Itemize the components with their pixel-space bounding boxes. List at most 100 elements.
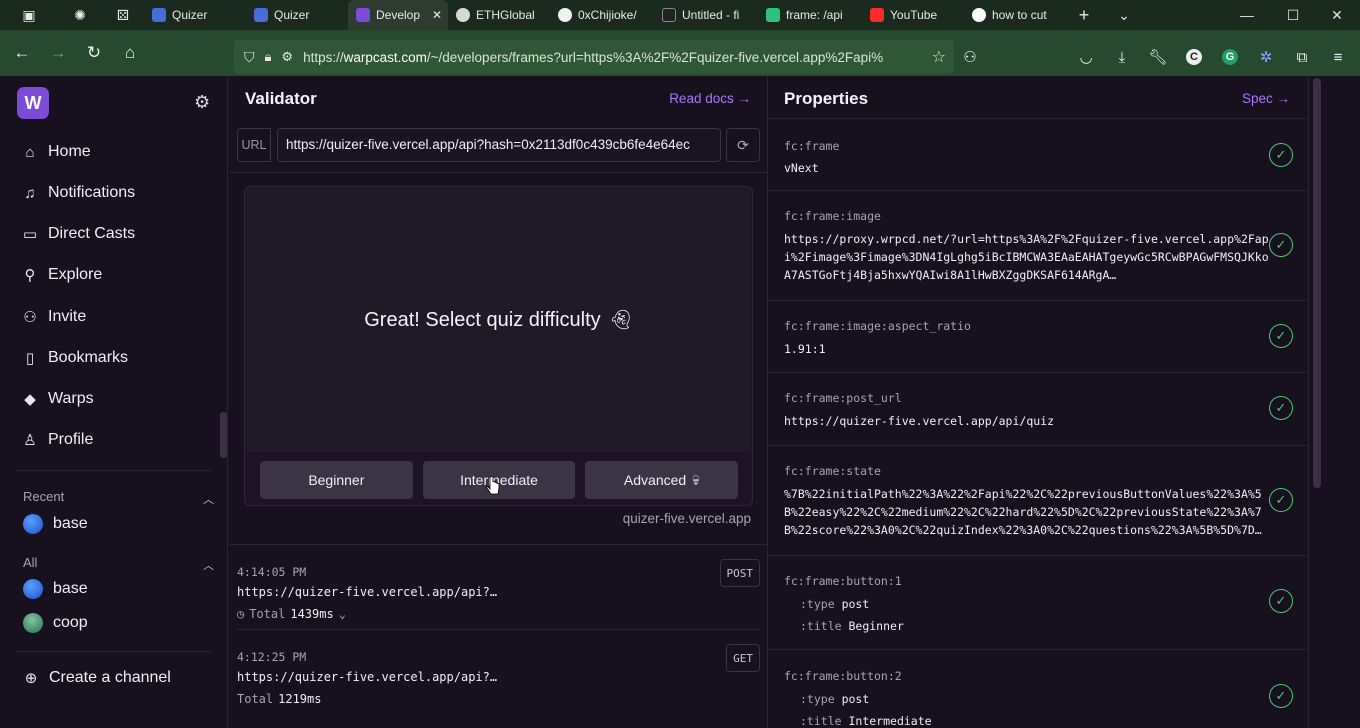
tab-list-chevron-icon[interactable]: ⌄ bbox=[1104, 0, 1144, 30]
address-bar[interactable]: ⛉ 🔒︎ ⚙︎ https://warpcast.com/~/developer… bbox=[234, 40, 954, 74]
property-value: :title Intermediate bbox=[800, 712, 1290, 728]
close-window-icon[interactable]: ✕ bbox=[1314, 0, 1360, 30]
settings-gear-icon[interactable]: ⚙ bbox=[194, 92, 210, 113]
channel-item-base-recent[interactable]: base bbox=[23, 513, 88, 535]
frame-favicon-icon bbox=[766, 8, 780, 22]
extension-gear-icon[interactable]: ✲ bbox=[1248, 40, 1284, 74]
sidebar-item-profile[interactable]: ♙ Profile bbox=[22, 426, 93, 454]
reload-icon[interactable]: ↻ bbox=[76, 35, 112, 71]
button-type-value: post bbox=[841, 597, 870, 611]
sidebar-item-notifications[interactable]: ♫ Notifications bbox=[22, 179, 135, 207]
create-channel-label: Create a channel bbox=[49, 669, 171, 686]
warpcast-logo[interactable]: W bbox=[17, 87, 49, 119]
tab-untitled[interactable]: Untitled - fi bbox=[654, 0, 758, 30]
sidebar-item-direct-casts[interactable]: ▭ Direct Casts bbox=[22, 220, 135, 248]
grammarly-icon[interactable]: G bbox=[1212, 40, 1248, 74]
minimize-icon[interactable]: — bbox=[1224, 0, 1270, 30]
forward-arrow-icon[interactable]: → bbox=[40, 35, 76, 71]
sidebar-item-invite[interactable]: ⚇ Invite bbox=[22, 303, 86, 331]
pinned-tab-dice-icon[interactable]: ⚄ bbox=[102, 0, 144, 30]
maximize-icon[interactable]: ☐ bbox=[1270, 0, 1316, 30]
pinned-tab-chatgpt-icon[interactable]: ✺ bbox=[58, 0, 102, 30]
button-type-label: :type bbox=[800, 597, 835, 611]
spec-link[interactable]: Spec → bbox=[1242, 91, 1290, 106]
property-key: fc:frame:button:1 bbox=[784, 574, 902, 588]
property-row: fc:frame:button:1 :type post :title Begi… bbox=[769, 555, 1308, 649]
tab-github[interactable]: 0xChijioke/ bbox=[550, 0, 654, 30]
tab-label: frame: /api bbox=[786, 8, 843, 22]
menu-hamburger-icon[interactable]: ≡ bbox=[1320, 40, 1356, 74]
tab-ethglobal[interactable]: ETHGlobal bbox=[448, 0, 550, 30]
property-row: fc:frame:post_url https://quizer-five.ve… bbox=[769, 372, 1308, 445]
property-row: fc:frame:button:2 :type post :title Inte… bbox=[769, 649, 1308, 728]
tab-frame-api[interactable]: frame: /api bbox=[758, 0, 862, 30]
create-channel-button[interactable]: ⊕ Create a channel bbox=[23, 664, 171, 692]
tab-label: Untitled - fi bbox=[682, 8, 740, 22]
url-text: https://warpcast.com/~/developers/frames… bbox=[303, 50, 922, 65]
sidebar-item-warps[interactable]: ◆ Warps bbox=[22, 385, 94, 413]
frame-button-beginner[interactable]: Beginner bbox=[260, 461, 413, 499]
url-host: warpcast.com bbox=[343, 49, 427, 65]
log-total-value: 1219ms bbox=[278, 692, 322, 706]
log-url: https://quizer-five.vercel.app/api?… bbox=[237, 585, 498, 599]
check-circle-icon: ✓ bbox=[1269, 684, 1293, 708]
frame-preview: Great! Select quiz difficulty 👻︎ Beginne… bbox=[244, 186, 753, 506]
sidebar-item-bookmarks[interactable]: ▯ Bookmarks bbox=[22, 344, 128, 372]
tab-label: Quizer bbox=[274, 8, 310, 22]
tab-developers[interactable]: Develop ✕ bbox=[348, 0, 448, 30]
sidebar-scrollbar[interactable] bbox=[220, 412, 227, 458]
refresh-icon: ⟳ bbox=[737, 136, 749, 153]
properties-panel: Properties Spec → fc:frame vNext ✓ fc:fr… bbox=[769, 76, 1309, 728]
collapse-recent-chevron-icon[interactable]: ︿ bbox=[203, 491, 214, 507]
url-path: /~/developers/frames?url=https%3A%2F%2Fq… bbox=[426, 49, 884, 65]
sidebar-item-label: Home bbox=[48, 143, 91, 160]
refresh-frame-button[interactable]: ⟳ bbox=[726, 128, 760, 162]
tab-quizer-2[interactable]: Quizer bbox=[246, 0, 348, 30]
property-value: https://proxy.wrpcd.net/?url=https%3A%2F… bbox=[784, 232, 1269, 282]
bookmark-star-icon[interactable]: ☆ bbox=[932, 47, 946, 67]
tab-google[interactable]: how to cut bbox=[964, 0, 1064, 30]
tab-label: YouTube bbox=[890, 8, 938, 22]
collapse-all-chevron-icon[interactable]: ︿ bbox=[203, 557, 214, 573]
tab-youtube[interactable]: YouTube bbox=[862, 0, 964, 30]
frame-button-advanced[interactable]: Advanced 💀︎ bbox=[585, 461, 739, 499]
search-icon: ⚲ bbox=[24, 267, 36, 284]
close-tab-icon[interactable]: ✕ bbox=[432, 8, 442, 22]
extensions-puzzle-icon[interactable]: ⧉ bbox=[1284, 40, 1320, 74]
check-circle-icon: ✓ bbox=[1269, 143, 1293, 167]
channel-item-base[interactable]: base bbox=[23, 578, 88, 600]
log-total[interactable]: ◷ Total 1439ms ⌄ bbox=[237, 607, 346, 621]
home-browser-icon[interactable]: ⌂ bbox=[112, 35, 148, 71]
tab-overview-icon[interactable]: ▣ bbox=[0, 0, 58, 30]
tab-quizer-1[interactable]: Quizer bbox=[144, 0, 246, 30]
property-key: fc:frame:image:aspect_ratio bbox=[784, 319, 971, 333]
download-icon[interactable]: ⤓ bbox=[1104, 40, 1140, 74]
channel-item-coop[interactable]: coop bbox=[23, 612, 88, 634]
log-url: https://quizer-five.vercel.app/api?… bbox=[237, 670, 498, 684]
check-circle-icon: ✓ bbox=[1269, 324, 1293, 348]
property-key: fc:frame:post_url bbox=[784, 391, 902, 405]
back-arrow-icon[interactable]: ← bbox=[4, 35, 40, 71]
chevron-down-icon: ⌄ bbox=[338, 607, 346, 621]
property-key: fc:frame:button:2 bbox=[784, 669, 902, 683]
frame-image: Great! Select quiz difficulty 👻︎ bbox=[246, 188, 751, 452]
page-scrollbar[interactable] bbox=[1313, 78, 1321, 488]
new-tab-icon[interactable]: + bbox=[1064, 0, 1104, 30]
sidebar-item-home[interactable]: ⌂ Home bbox=[22, 138, 91, 166]
wrench-icon[interactable]: 🔧︎ bbox=[1140, 40, 1176, 74]
pocket-icon[interactable]: ◡ bbox=[1068, 40, 1104, 74]
quizer-favicon-icon bbox=[254, 8, 268, 22]
quizer-favicon-icon bbox=[152, 8, 166, 22]
sidebar-item-label: Warps bbox=[48, 390, 94, 407]
frame-url-input[interactable]: https://quizer-five.vercel.app/api?hash=… bbox=[277, 128, 721, 162]
tab-label: 0xChijioke/ bbox=[578, 8, 637, 22]
browser-tab-bar: ▣ ✺ ⚄ Quizer Quizer Develop ✕ ETHGlobal 0… bbox=[0, 0, 1360, 30]
extension-ghost-icon[interactable]: ⚇ bbox=[952, 40, 988, 74]
check-circle-icon: ✓ bbox=[1269, 233, 1293, 257]
url-prefix: https:// bbox=[303, 49, 344, 65]
extension-c-icon[interactable]: C bbox=[1176, 40, 1212, 74]
read-docs-link[interactable]: Read docs → bbox=[669, 91, 751, 106]
frame-button-label: Beginner bbox=[308, 472, 365, 488]
check-circle-icon: ✓ bbox=[1269, 488, 1293, 512]
sidebar-item-explore[interactable]: ⚲ Explore bbox=[22, 261, 103, 289]
